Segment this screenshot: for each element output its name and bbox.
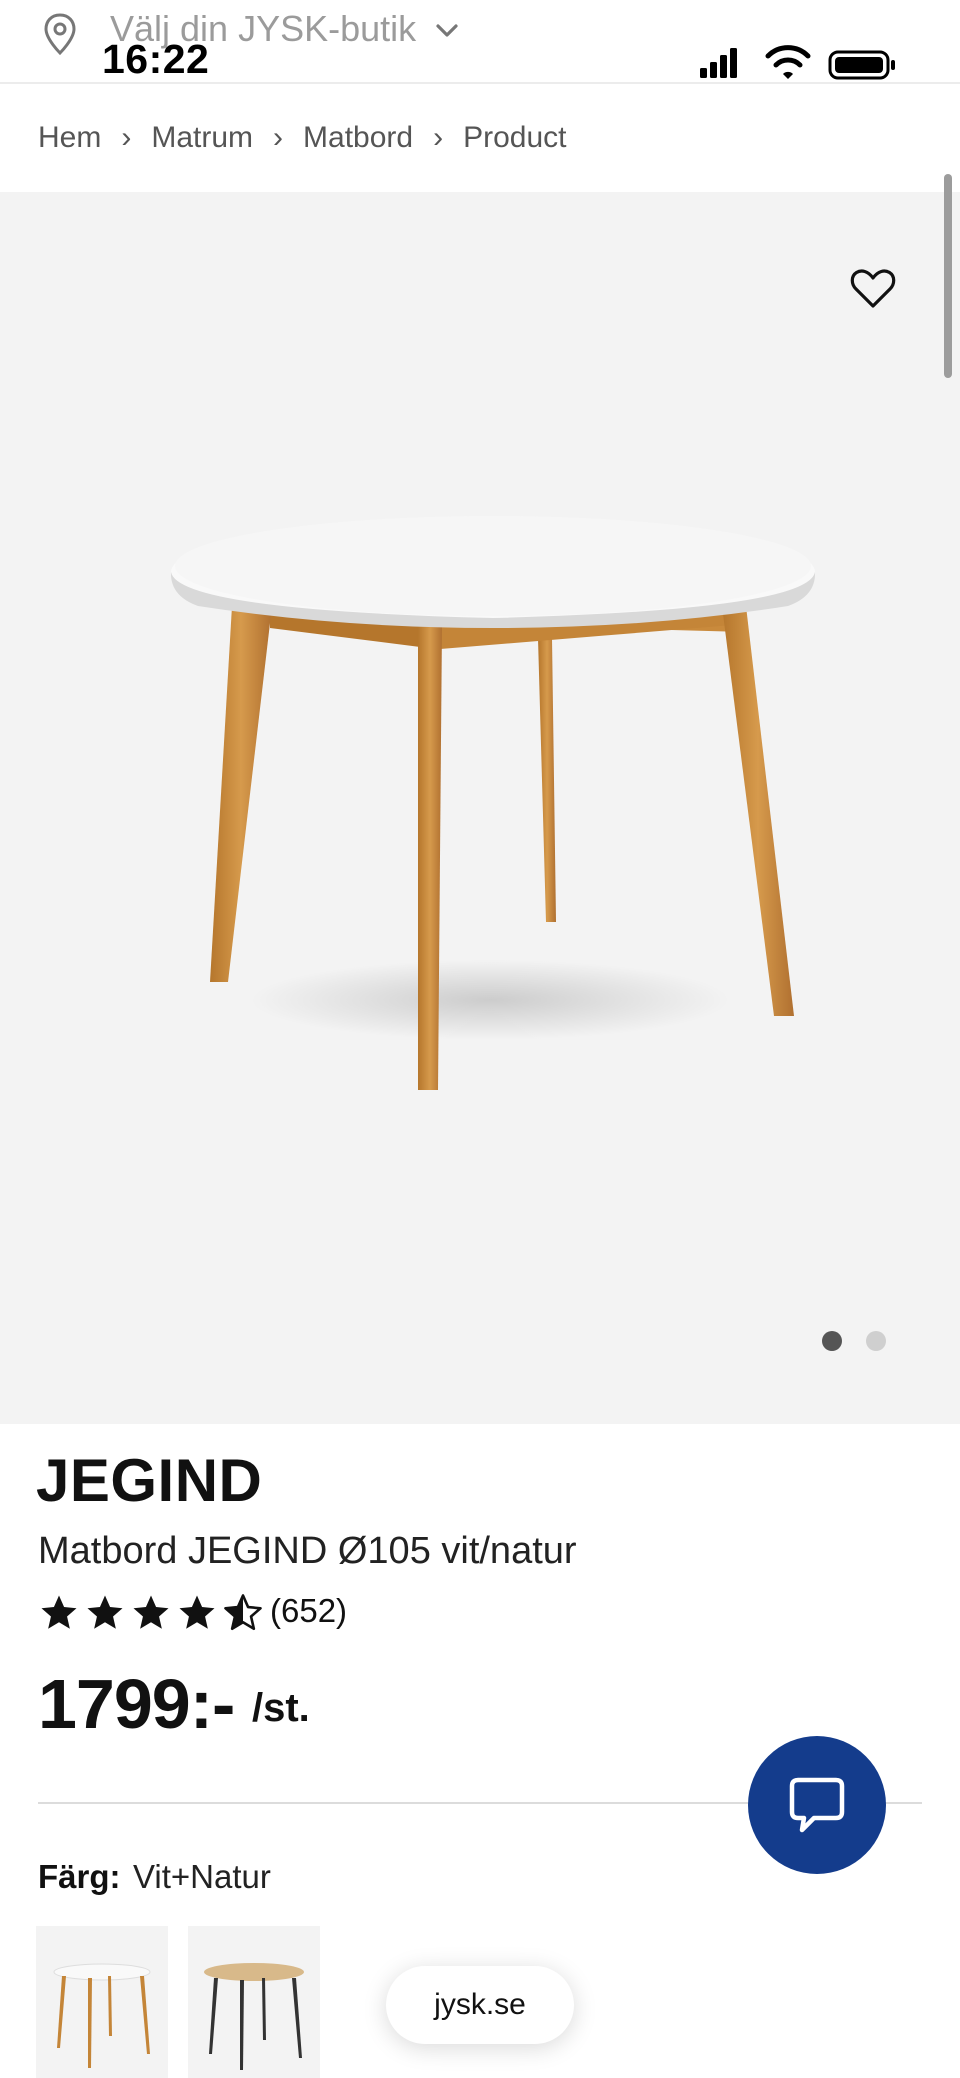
star-full-icon: [41, 1595, 77, 1629]
wifi-icon: [765, 45, 811, 79]
rating-stars[interactable]: [38, 1592, 264, 1634]
page-scrollbar[interactable]: [944, 174, 952, 378]
status-icons: [700, 45, 895, 80]
breadcrumb-matrum[interactable]: Matrum: [151, 121, 253, 155]
breadcrumb-separator-icon: ›: [273, 121, 284, 154]
status-time: 16:22: [102, 36, 210, 82]
chat-bubble-icon: [789, 1777, 845, 1833]
color-value: Vit+Natur: [133, 1858, 271, 1895]
price-unit: /st.: [252, 1686, 310, 1730]
product-price: 1799:-: [38, 1665, 235, 1743]
color-swatch-natural-black[interactable]: [188, 1926, 320, 2078]
star-full-icon: [133, 1595, 169, 1629]
breadcrumb-home[interactable]: Hem: [38, 121, 101, 155]
swatch-image-white-natural: [53, 1963, 151, 2068]
breadcrumb-matbord[interactable]: Matbord: [303, 121, 413, 155]
location-pin-icon[interactable]: [42, 12, 78, 56]
review-count[interactable]: (652): [270, 1592, 347, 1630]
breadcrumb-separator-icon: ›: [433, 121, 444, 154]
breadcrumb-product: Product: [463, 121, 567, 154]
battery-icon: [828, 50, 895, 80]
star-half-icon: [224, 1594, 262, 1631]
chevron-down-icon[interactable]: [432, 16, 462, 46]
signal-icon: [700, 48, 737, 78]
star-full-icon: [87, 1595, 123, 1629]
product-name: Matbord JEGIND Ø105 vit/natur: [38, 1530, 577, 1572]
color-swatch-white-natural[interactable]: [36, 1926, 168, 2078]
star-full-icon: [179, 1595, 215, 1629]
swatch-image-natural-black: [204, 1963, 304, 2070]
chat-button[interactable]: [748, 1736, 886, 1874]
gallery-dot-1[interactable]: [822, 1331, 842, 1351]
heart-icon[interactable]: [850, 268, 896, 310]
product-image: [170, 516, 816, 1090]
product-brand: JEGIND: [36, 1447, 263, 1514]
url-pill[interactable]: jysk.se: [386, 1966, 574, 2044]
color-label: Färg:: [38, 1858, 121, 1895]
breadcrumb: Hem › Matrum › Matbord › Product: [38, 118, 566, 158]
gallery-dot-2[interactable]: [866, 1331, 886, 1351]
breadcrumb-separator-icon: ›: [121, 121, 132, 154]
